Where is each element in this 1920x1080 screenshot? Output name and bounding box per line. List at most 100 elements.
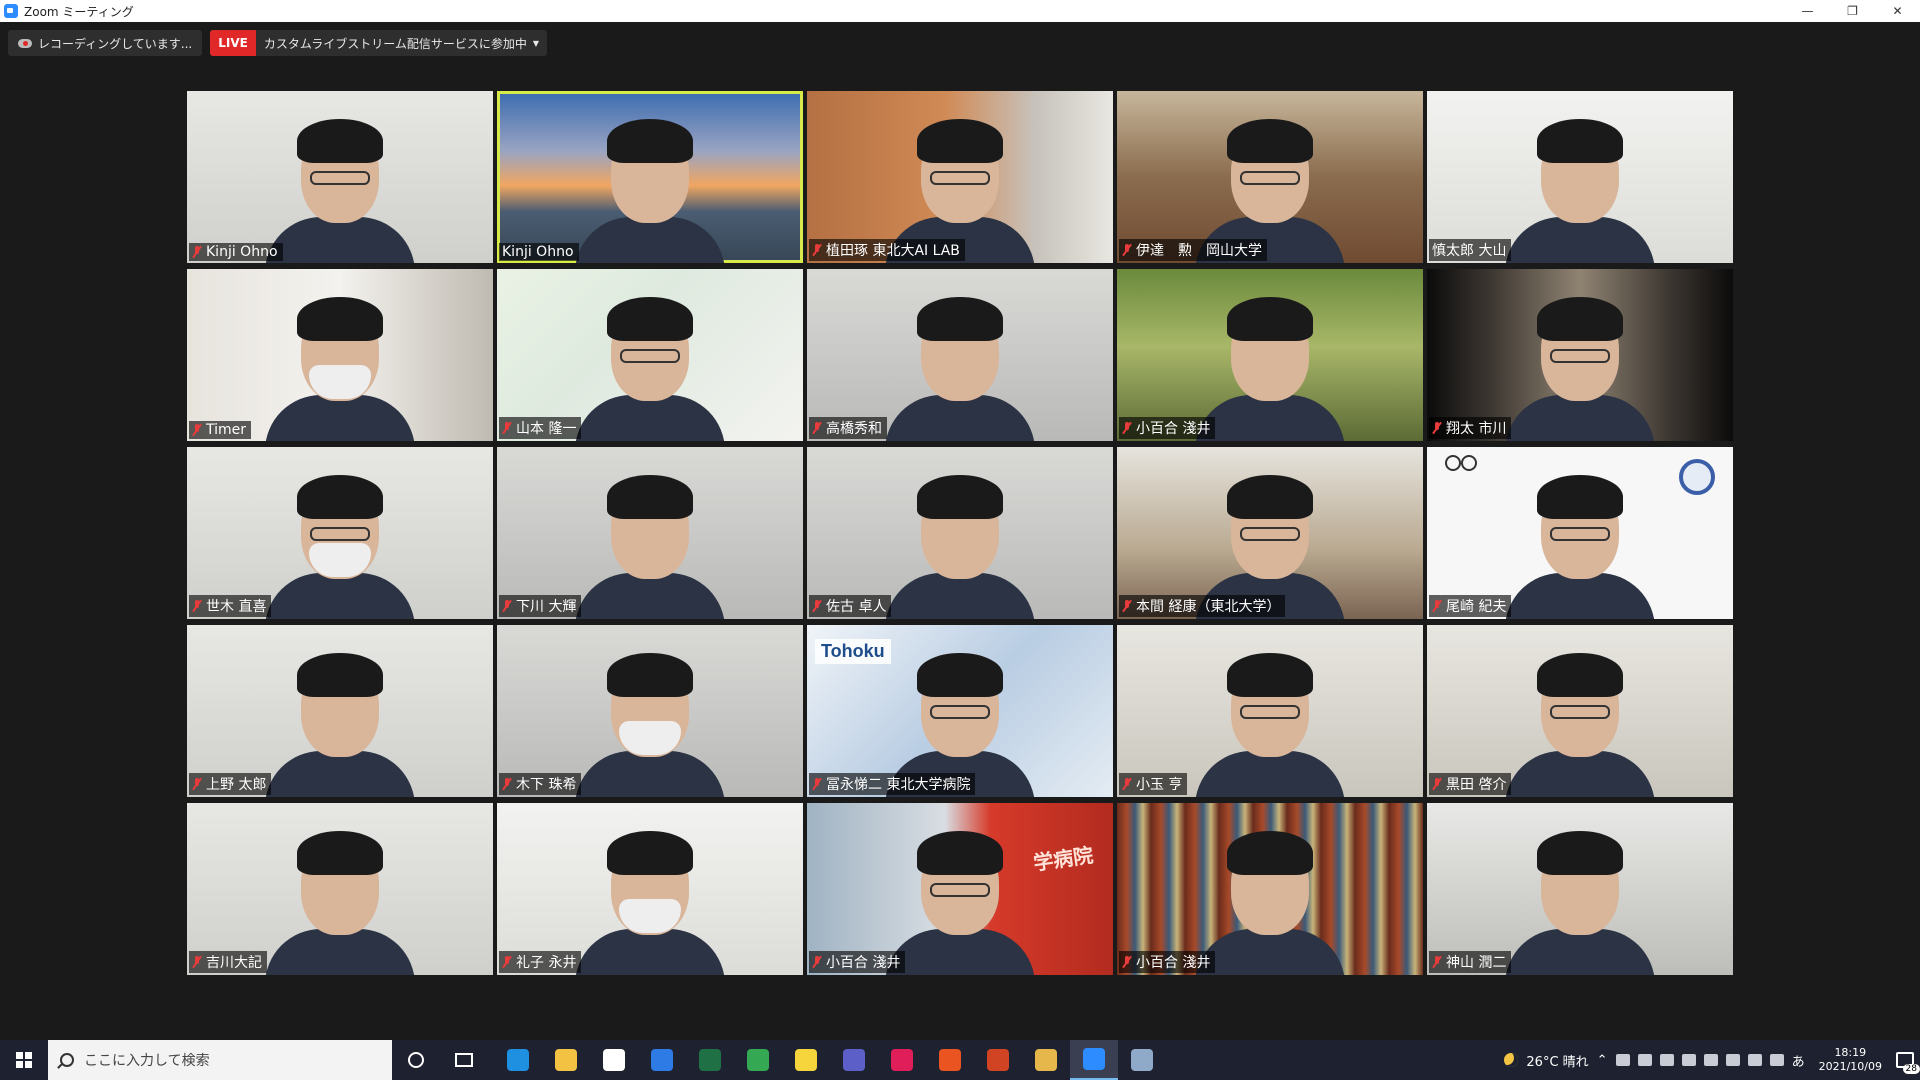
participant-hair — [1227, 653, 1313, 697]
participant-hair — [917, 297, 1003, 341]
onedrive-icon[interactable] — [1681, 1054, 1696, 1066]
taskbar-search-input[interactable]: ここに入力して検索 — [48, 1040, 392, 1080]
notification-icon[interactable]: 28 — [1896, 1052, 1920, 1074]
participant-tile[interactable]: 上野 太郎 — [187, 625, 493, 797]
ubuntu-taskbar-button[interactable] — [926, 1040, 974, 1080]
minimize-button[interactable]: — — [1785, 0, 1830, 22]
tray-app-icon[interactable] — [1615, 1054, 1630, 1066]
people-illustration-icon — [1443, 455, 1479, 485]
participant-tile[interactable]: 小百合 淺井 — [1117, 269, 1423, 441]
participant-name: Timer — [206, 422, 247, 438]
participant-tile[interactable]: 山本 隆一 — [497, 269, 803, 441]
mic-off-icon — [1432, 956, 1442, 968]
participant-body — [885, 573, 1035, 619]
search-placeholder: ここに入力して検索 — [84, 1053, 210, 1069]
chevron-up-icon[interactable]: ⌃ — [1597, 1053, 1608, 1068]
participant-tile[interactable]: Kinji Ohno — [497, 91, 803, 263]
paint-taskbar-button[interactable] — [1022, 1040, 1070, 1080]
glasses — [1240, 705, 1300, 719]
participant-name: 小百合 淺井 — [1136, 421, 1211, 437]
participant-tile[interactable]: 伊達 勲 岡山大学 — [1117, 91, 1423, 263]
mail-taskbar-button[interactable] — [638, 1040, 686, 1080]
participant-tile[interactable]: Tohoku 冨永悌二 東北大学病院 — [807, 625, 1113, 797]
weather-text[interactable]: 26°C 晴れ — [1526, 1051, 1588, 1070]
volume-icon[interactable] — [1769, 1054, 1784, 1066]
participant-tile[interactable]: 小百合 淺井 — [1117, 803, 1423, 975]
system-tray: 26°C 晴れ ⌃ あ 18:19 2021/10/09 28 — [1504, 1040, 1920, 1080]
participant-name: 本間 経康（東北大学） — [1136, 599, 1281, 615]
mic-off-icon — [1432, 600, 1442, 612]
tray-app-icon[interactable] — [1637, 1054, 1652, 1066]
edge-taskbar-button[interactable] — [494, 1040, 542, 1080]
participant-video — [575, 113, 725, 263]
participant-tile[interactable]: 礼子 永井 — [497, 803, 803, 975]
participant-tile[interactable]: 学病院 小百合 淺井 — [807, 803, 1113, 975]
close-button[interactable]: ✕ — [1875, 0, 1920, 22]
notes-taskbar-button[interactable] — [782, 1040, 830, 1080]
search-icon — [60, 1053, 74, 1067]
microphone-icon[interactable] — [1703, 1054, 1718, 1066]
participant-tile[interactable]: Timer — [187, 269, 493, 441]
participant-video — [1505, 469, 1655, 619]
clock[interactable]: 18:19 2021/10/09 — [1819, 1046, 1882, 1074]
participant-hair — [1227, 119, 1313, 163]
powerpoint-taskbar-button[interactable] — [974, 1040, 1022, 1080]
participant-tile[interactable]: 吉川大記 — [187, 803, 493, 975]
participant-tile[interactable]: 神山 潤二 — [1427, 803, 1733, 975]
cortana-button[interactable] — [392, 1040, 440, 1080]
participant-tile[interactable]: 本間 経康（東北大学） — [1117, 447, 1423, 619]
participant-body — [1505, 395, 1655, 441]
misc-app-taskbar-button[interactable] — [1118, 1040, 1166, 1080]
participant-tile[interactable]: Kinji Ohno — [187, 91, 493, 263]
excel-taskbar-button[interactable] — [686, 1040, 734, 1080]
store-taskbar-button[interactable] — [590, 1040, 638, 1080]
participant-name: 佐古 卓人 — [826, 599, 887, 615]
recording-indicator[interactable]: レコーディングしています... — [8, 30, 203, 56]
task-view-button[interactable] — [440, 1040, 488, 1080]
chrome-icon — [747, 1049, 769, 1071]
glasses — [930, 705, 990, 719]
onedrive-icon[interactable] — [1659, 1054, 1674, 1066]
mic-off-icon — [192, 600, 202, 612]
participant-tile[interactable]: 佐古 卓人 — [807, 447, 1113, 619]
participant-name: 木下 珠希 — [516, 777, 577, 793]
chrome-taskbar-button[interactable] — [734, 1040, 782, 1080]
mic-off-icon — [1432, 422, 1442, 434]
participant-tile[interactable]: 尾崎 紀夫 — [1427, 447, 1733, 619]
live-stream-dropdown[interactable]: LIVE カスタムライブストリーム配信サービスに参加中 ▼ — [210, 30, 548, 56]
participant-tile[interactable]: 小玉 亨 — [1117, 625, 1423, 797]
slack-taskbar-button[interactable] — [878, 1040, 926, 1080]
store-icon — [603, 1049, 625, 1071]
participant-tile[interactable]: 世木 直喜 — [187, 447, 493, 619]
participant-name-label: 神山 潤二 — [1429, 951, 1512, 973]
participant-video — [885, 291, 1035, 441]
participant-hair — [917, 653, 1003, 697]
restore-button[interactable]: ❐ — [1830, 0, 1875, 22]
participant-tile[interactable]: 翔太 市川 — [1427, 269, 1733, 441]
mic-off-icon — [1122, 422, 1132, 434]
participant-name-label: 高橋秀和 — [809, 417, 887, 439]
ime-indicator[interactable]: あ — [1792, 1051, 1805, 1070]
participant-tile[interactable]: 慎太郎 大山 — [1427, 91, 1733, 263]
participant-name-label: 小玉 亨 — [1119, 773, 1188, 795]
participant-tile[interactable]: 黒田 啓介 — [1427, 625, 1733, 797]
file-explorer-taskbar-button[interactable] — [542, 1040, 590, 1080]
network-icon[interactable] — [1747, 1054, 1762, 1066]
participant-name: 黒田 啓介 — [1446, 777, 1507, 793]
participant-tile[interactable]: 高橋秀和 — [807, 269, 1113, 441]
zoom-app-icon — [4, 4, 18, 18]
participant-tile[interactable]: 木下 珠希 — [497, 625, 803, 797]
participant-tile[interactable]: 植田琢 東北大AI LAB — [807, 91, 1113, 263]
cortana-icon — [408, 1052, 424, 1068]
participant-name: 小百合 淺井 — [826, 955, 901, 971]
mic-off-icon — [192, 246, 202, 258]
chevron-down-icon: ▼ — [532, 38, 540, 48]
zoom-taskbar-button[interactable] — [1070, 1040, 1118, 1080]
participant-name-label: Kinji Ohno — [189, 243, 283, 261]
start-button[interactable] — [0, 1040, 48, 1080]
participant-body — [1195, 395, 1345, 441]
battery-icon[interactable] — [1725, 1054, 1740, 1066]
teams-taskbar-button[interactable] — [830, 1040, 878, 1080]
participant-tile[interactable]: 下川 大輝 — [497, 447, 803, 619]
live-badge: LIVE — [210, 30, 256, 56]
